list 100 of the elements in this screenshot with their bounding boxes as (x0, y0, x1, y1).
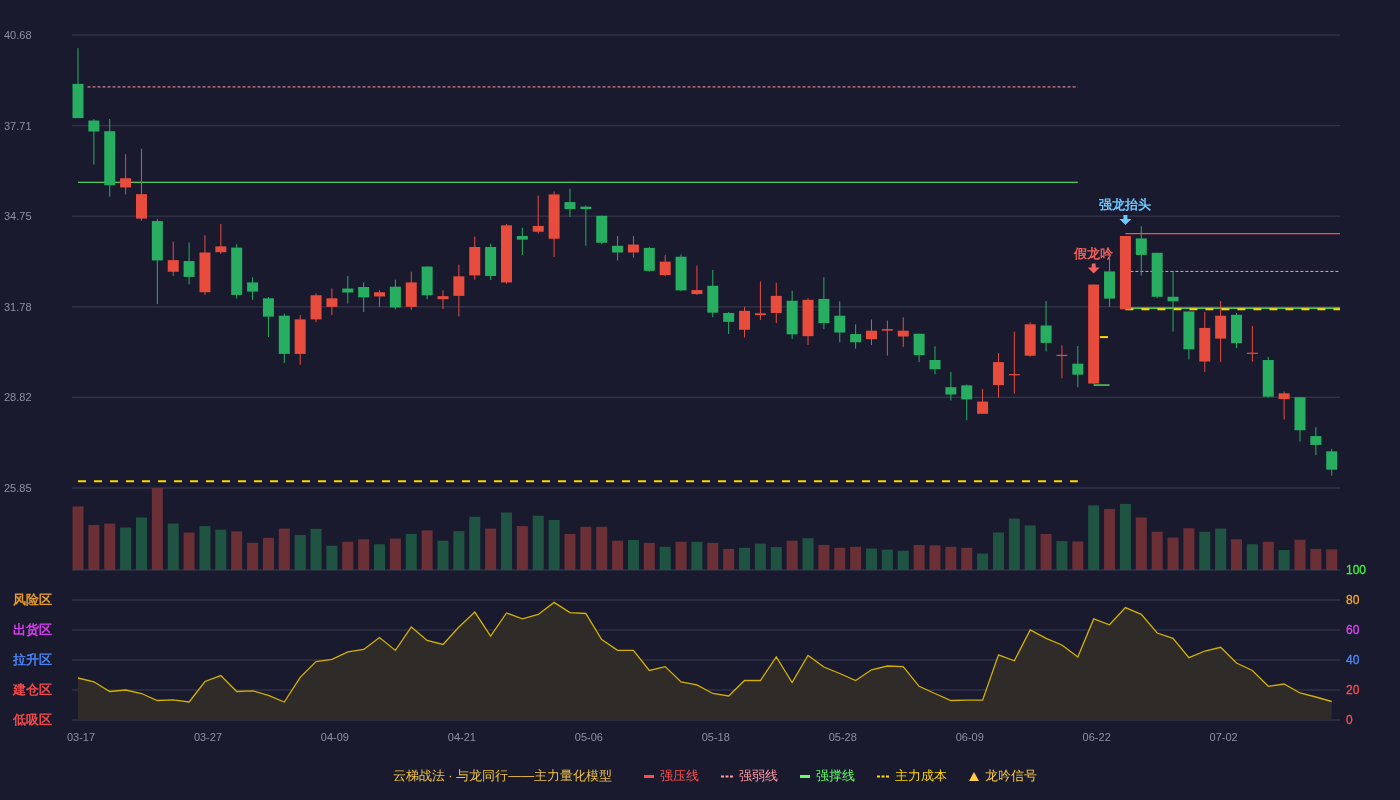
volume-bar (643, 542, 655, 570)
candlestick (992, 352, 1004, 399)
axis-label: 40.68 (4, 29, 32, 41)
volume-bar (992, 532, 1004, 570)
candlestick (707, 269, 719, 318)
candlestick (262, 296, 274, 338)
volume-bar (199, 526, 211, 570)
volume-bar (564, 533, 576, 570)
candlestick (786, 290, 798, 340)
candlestick (405, 271, 417, 311)
volume-bar (754, 543, 766, 570)
candlestick (485, 243, 497, 281)
candlestick (1262, 356, 1274, 399)
volume-bar (818, 545, 830, 570)
candlestick (342, 275, 354, 304)
volume-bar (1024, 525, 1036, 570)
candlestick (231, 243, 243, 300)
volume-bar (1183, 528, 1195, 570)
volume-bar (1167, 537, 1179, 570)
candlestick (516, 227, 528, 256)
zone-label: 拉升区 (13, 652, 52, 667)
candlestick (1008, 331, 1020, 395)
volume-bar (437, 540, 449, 570)
volume-bar (945, 546, 957, 570)
zone-label: 风险区 (13, 592, 52, 607)
volume-bar (1104, 508, 1116, 570)
candlestick (278, 313, 290, 364)
legend-label: 强压线 (660, 767, 700, 785)
candlestick (659, 254, 671, 277)
legend-label: 强撑线 (816, 767, 856, 785)
legend-label: 强弱线 (739, 767, 779, 785)
candlestick (754, 281, 766, 321)
candlestick (167, 241, 179, 277)
axis-label: 04-09 (320, 731, 349, 743)
volume-bar (469, 516, 481, 570)
axis-label: 31.78 (4, 300, 32, 313)
candlestick (421, 266, 433, 300)
volume-bar (485, 528, 497, 570)
volume-bar (389, 538, 401, 570)
candlestick (1040, 300, 1052, 352)
volume-bar (691, 541, 703, 570)
volume-bar (326, 545, 338, 570)
volume-bar (405, 533, 417, 570)
candlestick (548, 190, 560, 258)
volume-bar (1072, 541, 1084, 570)
candlestick (691, 265, 703, 296)
volume-bar (1294, 539, 1306, 570)
volume-bar (358, 539, 370, 570)
legend-title: 云梯战法 · 与龙同行——主力量化模型 (392, 767, 613, 785)
volume-bar (897, 550, 909, 570)
candlestick (580, 204, 592, 247)
volume-bar (850, 546, 862, 570)
axis-label: 60 (1346, 623, 1360, 637)
volume-bar (1151, 531, 1163, 570)
candlestick (612, 235, 624, 261)
volume-bar (1215, 528, 1227, 570)
candlestick (453, 264, 465, 317)
candlestick (120, 153, 132, 195)
axis-label: 04-21 (447, 731, 476, 743)
candlestick (1294, 396, 1306, 443)
axis-label: 05-06 (574, 731, 603, 743)
volume-bar (913, 545, 925, 570)
axis-label: 100 (1346, 563, 1367, 577)
candlestick (1310, 426, 1322, 456)
volume-bar (516, 526, 528, 570)
candlestick (818, 276, 830, 330)
axis-label: 34.75 (4, 210, 32, 223)
candlestick (881, 320, 893, 357)
volume-bar (247, 542, 259, 570)
candlestick (564, 188, 576, 218)
candlestick (358, 281, 370, 313)
candlestick (627, 235, 639, 259)
candlestick (183, 241, 195, 285)
zone-label: 低吸区 (13, 712, 52, 727)
volume-bar (881, 549, 893, 570)
volume-bar (310, 528, 322, 570)
candlestick (802, 297, 814, 346)
candlestick (1215, 300, 1227, 363)
axis-label: 28.82 (4, 391, 32, 404)
volume-bar (342, 541, 354, 570)
volume-bar (1262, 541, 1274, 570)
volume-bar (374, 544, 386, 570)
volume-bar (834, 547, 846, 570)
candlestick (437, 289, 449, 310)
volume-bar (580, 526, 592, 570)
candlestick (739, 306, 751, 338)
volume-bar (659, 546, 671, 570)
volume-bar (183, 532, 195, 570)
candlestick (913, 333, 925, 363)
candlestick (215, 223, 227, 255)
candlestick (643, 246, 655, 273)
volume-bar (802, 538, 814, 570)
candlestick (469, 236, 481, 281)
volume-bar (1246, 544, 1258, 570)
axis-label: 05-28 (828, 731, 857, 743)
volume-bar (770, 547, 782, 570)
candlestick (1056, 344, 1068, 379)
candlestick (1024, 321, 1036, 358)
volume-bar (1040, 533, 1052, 570)
volume-bar (1119, 503, 1131, 570)
